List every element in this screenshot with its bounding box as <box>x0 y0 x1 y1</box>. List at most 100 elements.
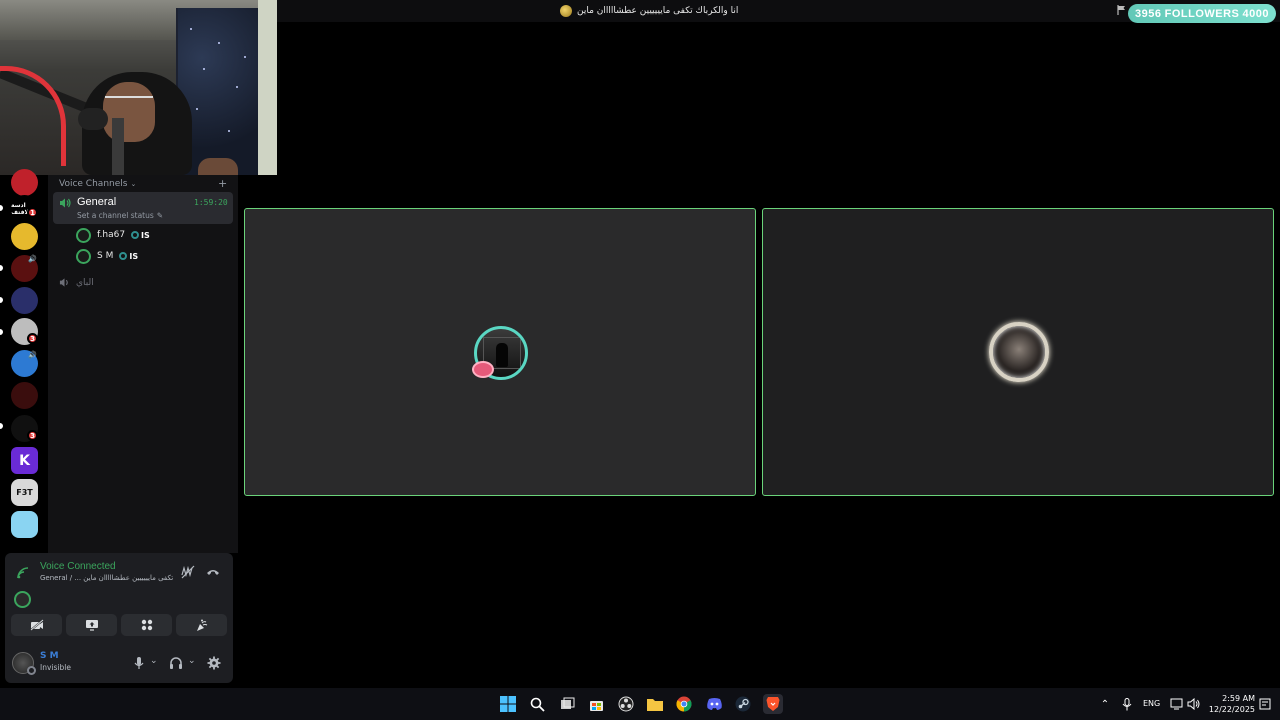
mic-stand <box>112 118 124 175</box>
discord-glyph <box>706 698 722 710</box>
badge-count: 3 <box>30 431 35 440</box>
server-icon-12[interactable] <box>11 511 38 538</box>
noise-suppression-icon[interactable] <box>181 565 195 579</box>
voice-member[interactable]: f.ha67 IS <box>76 226 150 244</box>
channel-status[interactable]: Set a channel status ✎ <box>77 211 163 220</box>
camera-off-icon <box>29 619 44 631</box>
tray-microphone-icon[interactable] <box>1117 694 1137 714</box>
channel-second[interactable]: الباي <box>59 277 94 288</box>
clock[interactable]: 2:59 AM 12/22/2025 <box>1205 693 1255 715</box>
avatar-figure <box>496 343 508 367</box>
notification-glyph <box>1259 698 1271 710</box>
avatar-decoration-icon <box>472 361 494 378</box>
speaker-icon: 🔊 <box>28 351 37 359</box>
voice-action-buttons <box>11 614 227 636</box>
clock-time: 2:59 AM <box>1222 694 1255 703</box>
avatar <box>76 248 91 264</box>
pencil-icon: ✎ <box>156 211 164 220</box>
channel-general[interactable]: General 1:59:20 Set a channel status ✎ <box>53 192 233 224</box>
member-name: S M <box>97 251 114 261</box>
store-icon[interactable] <box>586 694 606 714</box>
clock-date: 12/22/2025 <box>1208 705 1255 714</box>
store-glyph <box>589 700 603 711</box>
steam-icon[interactable] <box>733 694 753 714</box>
server-tag: IS <box>131 231 150 240</box>
obs-glyph <box>618 696 634 712</box>
stream-title-text: انا والكرباك تكفى مايييييين عطشااااان ما… <box>577 6 739 16</box>
badge-count: 3 <box>30 334 35 343</box>
headphones-icon[interactable] <box>169 656 183 670</box>
member-avatar <box>989 322 1049 382</box>
streamer-hand <box>198 158 238 175</box>
disconnect-icon[interactable] <box>206 566 220 578</box>
language-indicator[interactable]: ENG <box>1143 699 1160 708</box>
server-icon-10[interactable]: K <box>11 447 38 474</box>
task-view-glyph <box>560 697 574 709</box>
settings-gear-icon[interactable] <box>207 656 221 670</box>
tag-icon <box>131 231 140 239</box>
followers-current: 3956 <box>1135 7 1162 20</box>
streamer-glasses <box>105 96 153 104</box>
soundboard-button[interactable] <box>176 614 227 636</box>
followers-label: FOLLOWERS <box>1164 7 1240 20</box>
channel-sidebar: Voice Channels ⌄ + General 1:59:20 Set a… <box>48 175 238 553</box>
unread-pill <box>0 329 3 335</box>
activities-icon <box>141 619 152 631</box>
activities-button[interactable] <box>121 614 172 636</box>
user-name[interactable]: S M <box>40 651 59 661</box>
member-name: f.ha67 <box>97 230 126 240</box>
add-channel-icon[interactable]: + <box>218 177 227 190</box>
speaker-icon: 🔊 <box>28 255 37 263</box>
chevron-up-icon[interactable]: ⌃ <box>1095 694 1115 714</box>
webcam-overlay <box>0 0 277 175</box>
voice-tile-member-1[interactable] <box>244 208 756 496</box>
channel-name: الباي <box>76 277 94 288</box>
voice-channels-header[interactable]: Voice Channels ⌄ <box>59 179 136 189</box>
task-view-icon[interactable] <box>557 694 577 714</box>
star <box>203 68 205 70</box>
mention-badge: 3 <box>27 333 38 344</box>
search-icon[interactable] <box>527 694 547 714</box>
red-light <box>0 66 66 166</box>
voice-tile-member-2[interactable] <box>762 208 1274 496</box>
screen-share-button[interactable] <box>66 614 117 636</box>
soundboard-icon <box>197 619 208 631</box>
camera-off-button[interactable] <box>11 614 62 636</box>
server-icon-11[interactable]: F3T <box>11 479 38 506</box>
magnifier-icon <box>530 697 545 712</box>
chevron-down-icon[interactable]: ⌄ <box>188 656 202 670</box>
unread-pill <box>0 265 3 271</box>
status-indicator <box>27 666 36 675</box>
obs-icon[interactable] <box>616 694 636 714</box>
steam-glyph <box>735 696 751 712</box>
voice-connected-title[interactable]: Voice Connected <box>40 561 116 572</box>
server-icon-5[interactable] <box>11 287 38 314</box>
channel-timer: 1:59:20 <box>194 198 228 207</box>
microphone-icon[interactable] <box>132 656 146 670</box>
unread-pill <box>0 205 3 211</box>
user-panel: S M Invisible ⌄ ⌄ <box>5 648 233 678</box>
volume-glyph <box>1187 698 1200 710</box>
chrome-icon[interactable] <box>674 694 694 714</box>
voice-channels-label: Voice Channels <box>59 179 128 189</box>
star <box>228 130 230 132</box>
volume-icon[interactable] <box>1184 694 1204 714</box>
chevron-down-icon[interactable]: ⌄ <box>150 656 164 670</box>
server-icon-8[interactable] <box>11 382 38 409</box>
windows-start-icon[interactable] <box>498 694 518 714</box>
speaker-icon <box>59 278 68 287</box>
screen: انا والكرباك تكفى مايييييين عطشااااان ما… <box>0 0 1280 720</box>
server-icon-3[interactable] <box>11 223 38 250</box>
discord-icon[interactable] <box>704 694 724 714</box>
speaker-icon <box>60 198 71 208</box>
voice-connected-panel: Voice Connected General / ... تكفى ماييي… <box>5 553 233 683</box>
file-explorer-icon[interactable] <box>645 694 665 714</box>
star <box>196 108 198 110</box>
avatar <box>76 227 91 243</box>
brave-icon[interactable] <box>763 694 783 714</box>
voice-member[interactable]: S M IS <box>76 247 138 265</box>
server-icon-1[interactable] <box>11 169 38 196</box>
voice-connected-subtitle[interactable]: General / ... تكفى مايييييين عطشااااان م… <box>40 574 173 582</box>
server-tag: IS <box>119 252 138 261</box>
notification-icon[interactable] <box>1255 694 1275 714</box>
